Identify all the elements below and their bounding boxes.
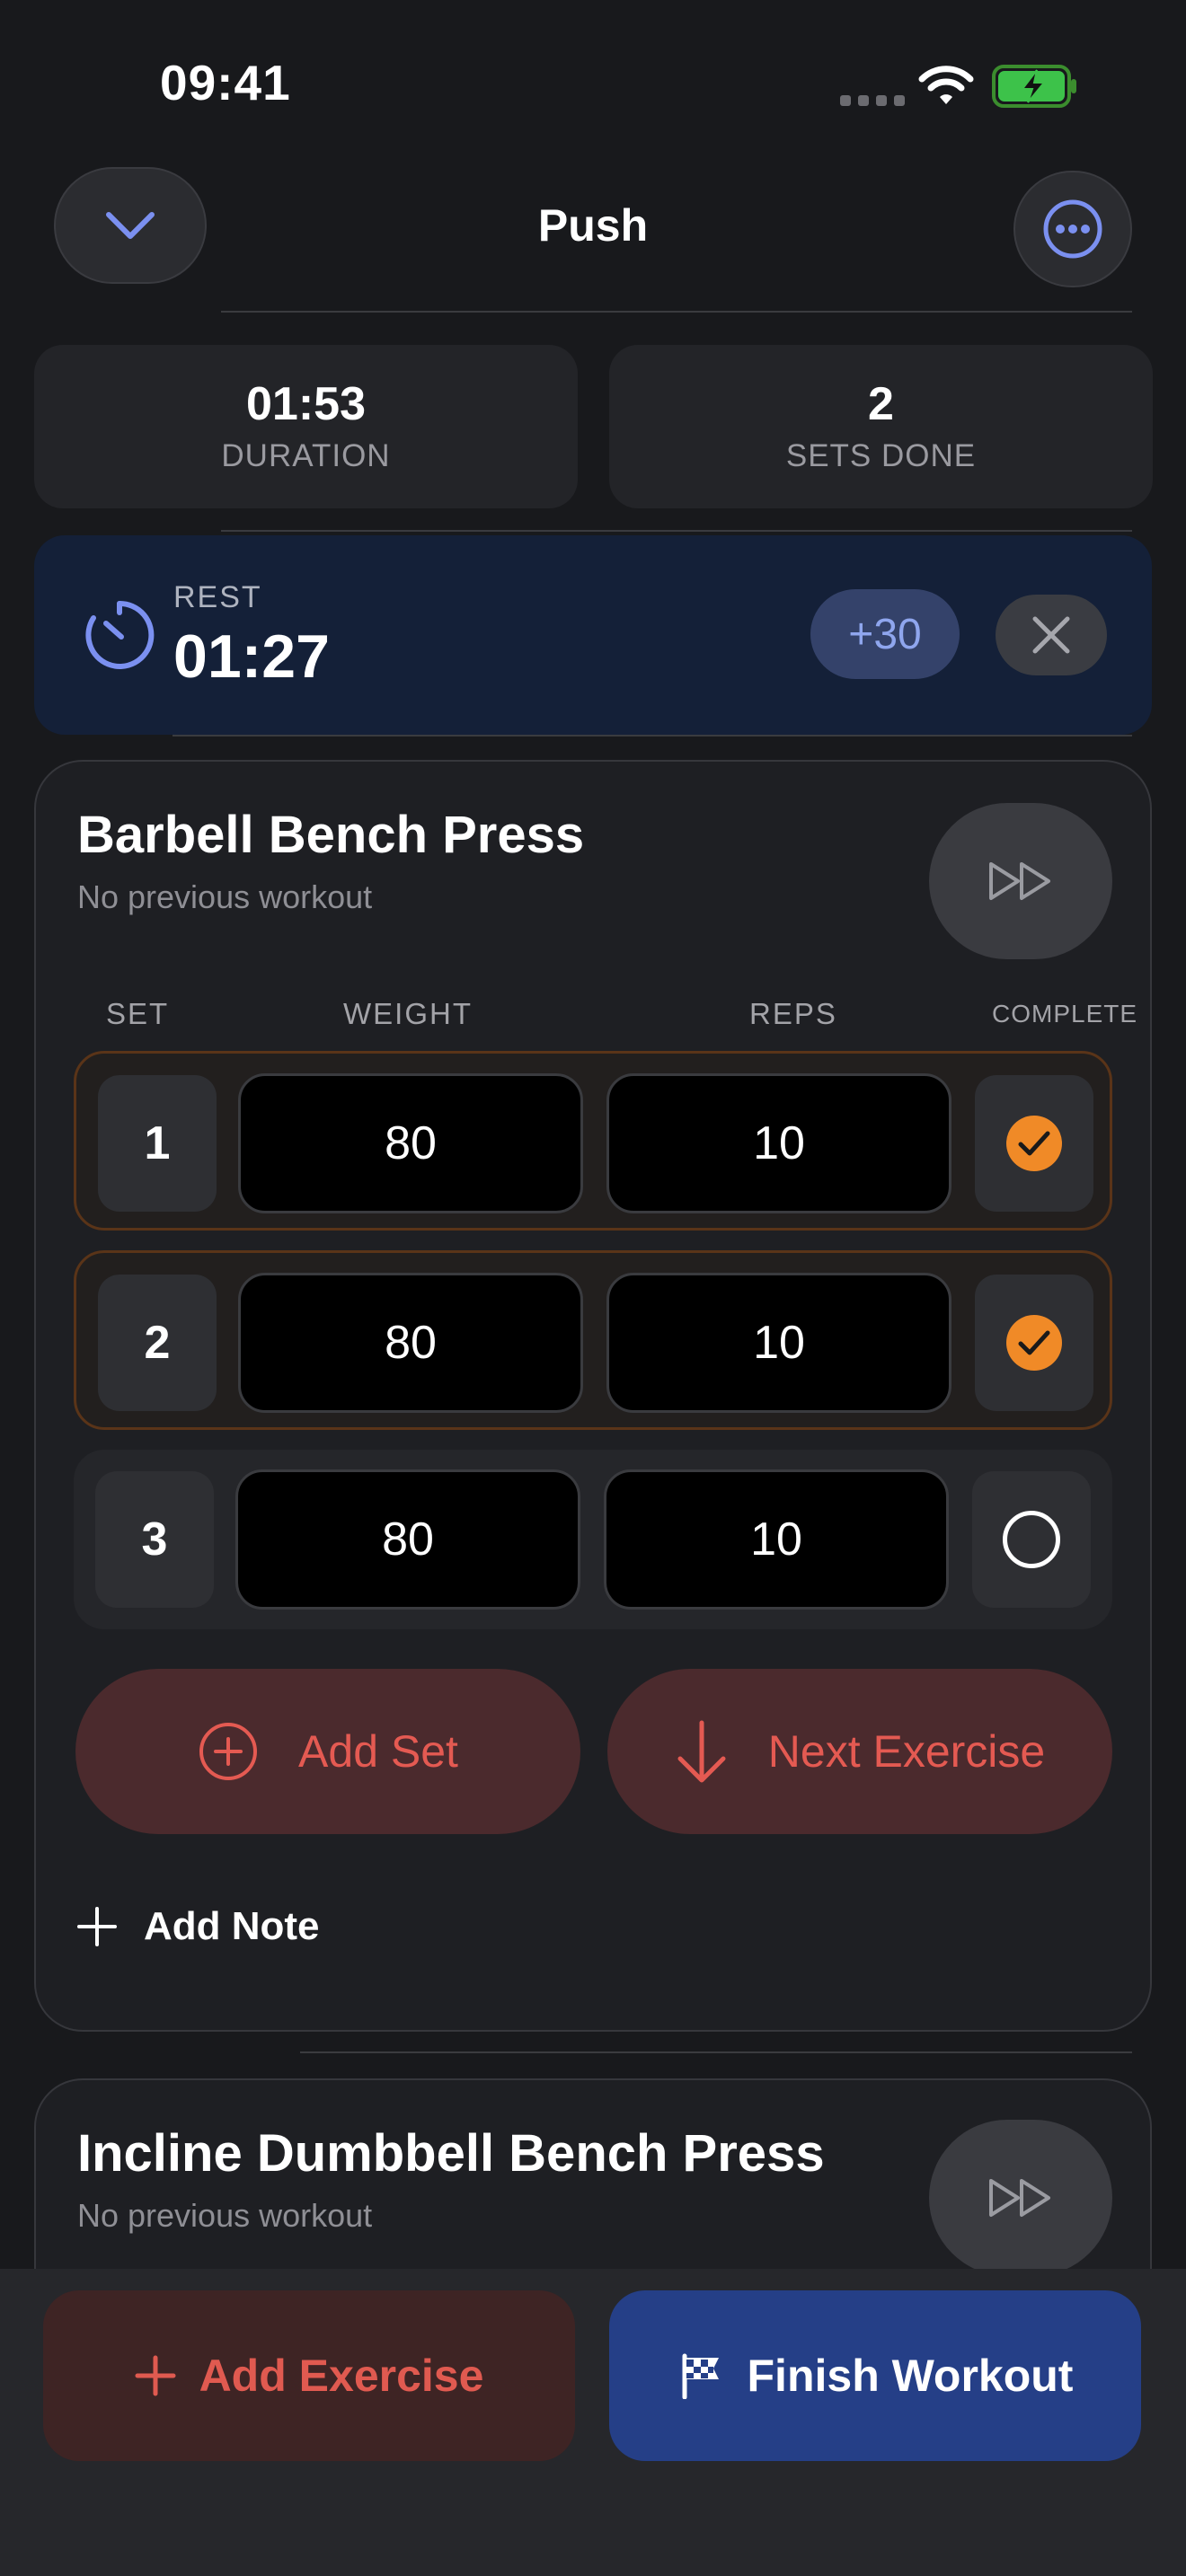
sets-done-value: 2 bbox=[868, 378, 894, 430]
add-30-seconds-button[interactable]: +30 bbox=[810, 589, 960, 679]
add-exercise-button[interactable]: Add Exercise bbox=[43, 2290, 575, 2461]
skip-exercise-button[interactable] bbox=[929, 803, 1112, 959]
set-number: 1 bbox=[98, 1075, 217, 1212]
set-number: 2 bbox=[98, 1275, 217, 1411]
ellipsis-circle-icon bbox=[1043, 199, 1102, 259]
weight-input[interactable]: 80 bbox=[238, 1273, 583, 1413]
plus-icon bbox=[135, 2355, 176, 2396]
more-options-button[interactable] bbox=[1013, 171, 1132, 287]
timer-icon bbox=[85, 600, 155, 669]
arrow-down-icon bbox=[677, 1720, 726, 1783]
reps-input[interactable]: 10 bbox=[606, 1073, 951, 1213]
minimize-button[interactable] bbox=[54, 167, 207, 284]
column-weight: WEIGHT bbox=[343, 997, 473, 1030]
duration-value: 01:53 bbox=[246, 378, 366, 430]
exercise-name: Incline Dumbbell Bench Press bbox=[77, 2124, 825, 2183]
set-row: 2 80 10 bbox=[74, 1250, 1112, 1430]
rest-timer-card: REST 01:27 +30 bbox=[34, 535, 1152, 735]
set-number: 3 bbox=[95, 1471, 214, 1608]
add-set-label: Add Set bbox=[298, 1726, 458, 1777]
add-note-label: Add Note bbox=[144, 1904, 320, 1948]
exercise-name: Barbell Bench Press bbox=[77, 806, 585, 864]
weight-input[interactable]: 80 bbox=[235, 1469, 580, 1610]
add-exercise-label: Add Exercise bbox=[199, 2351, 484, 2401]
checkmark-circle-icon bbox=[1006, 1116, 1062, 1171]
set-row: 1 80 10 bbox=[74, 1051, 1112, 1231]
sets-done-label: SETS DONE bbox=[785, 438, 977, 473]
chevron-down-icon bbox=[106, 212, 155, 239]
fast-forward-icon bbox=[989, 2179, 1050, 2217]
finish-workout-label: Finish Workout bbox=[747, 2351, 1074, 2401]
cellular-signal-icon bbox=[840, 95, 905, 106]
column-complete: COMPLETE bbox=[992, 1000, 1138, 1028]
workout-screen: 09:41 Push 01:53 DURATION 2 SETS DONE RE… bbox=[0, 0, 1186, 2576]
wifi-icon bbox=[918, 66, 974, 104]
complete-toggle[interactable] bbox=[975, 1275, 1093, 1411]
divider bbox=[173, 735, 1132, 737]
column-reps: REPS bbox=[749, 997, 837, 1030]
plus-circle-icon bbox=[199, 1723, 258, 1780]
exercise-previous: No previous workout bbox=[77, 2197, 373, 2234]
plus-icon bbox=[77, 1907, 117, 1946]
finish-workout-button[interactable]: Finish Workout bbox=[609, 2290, 1141, 2461]
duration-stat: 01:53 DURATION bbox=[34, 345, 578, 508]
reps-input[interactable]: 10 bbox=[604, 1469, 949, 1610]
status-time: 09:41 bbox=[160, 55, 291, 110]
checkmark-circle-icon bbox=[1006, 1315, 1062, 1371]
close-icon bbox=[1032, 616, 1070, 654]
next-exercise-button[interactable]: Next Exercise bbox=[607, 1669, 1112, 1834]
next-exercise-label: Next Exercise bbox=[767, 1726, 1046, 1777]
fast-forward-icon bbox=[989, 862, 1050, 900]
duration-label: DURATION bbox=[221, 438, 391, 473]
rest-time: 01:27 bbox=[173, 622, 330, 691]
battery-charging-icon bbox=[992, 65, 1076, 108]
page-title: Push bbox=[537, 200, 649, 251]
rest-label: REST bbox=[173, 580, 262, 614]
dismiss-rest-button[interactable] bbox=[996, 595, 1107, 675]
set-row: 3 80 10 bbox=[74, 1450, 1112, 1629]
complete-toggle[interactable] bbox=[975, 1075, 1093, 1212]
add-note-button[interactable]: Add Note bbox=[75, 1904, 320, 1949]
empty-circle-icon bbox=[1003, 1511, 1060, 1568]
sets-done-stat: 2 SETS DONE bbox=[609, 345, 1153, 508]
skip-exercise-button[interactable] bbox=[929, 2120, 1112, 2276]
add-set-button[interactable]: Add Set bbox=[75, 1669, 580, 1834]
weight-input[interactable]: 80 bbox=[238, 1073, 583, 1213]
divider bbox=[300, 2051, 1132, 2053]
divider bbox=[221, 311, 1132, 313]
column-set: SET bbox=[106, 997, 170, 1030]
reps-input[interactable]: 10 bbox=[606, 1273, 951, 1413]
exercise-previous: No previous workout bbox=[77, 878, 373, 915]
divider bbox=[221, 530, 1132, 532]
checkered-flag-icon bbox=[682, 2353, 719, 2399]
complete-toggle[interactable] bbox=[972, 1471, 1091, 1608]
